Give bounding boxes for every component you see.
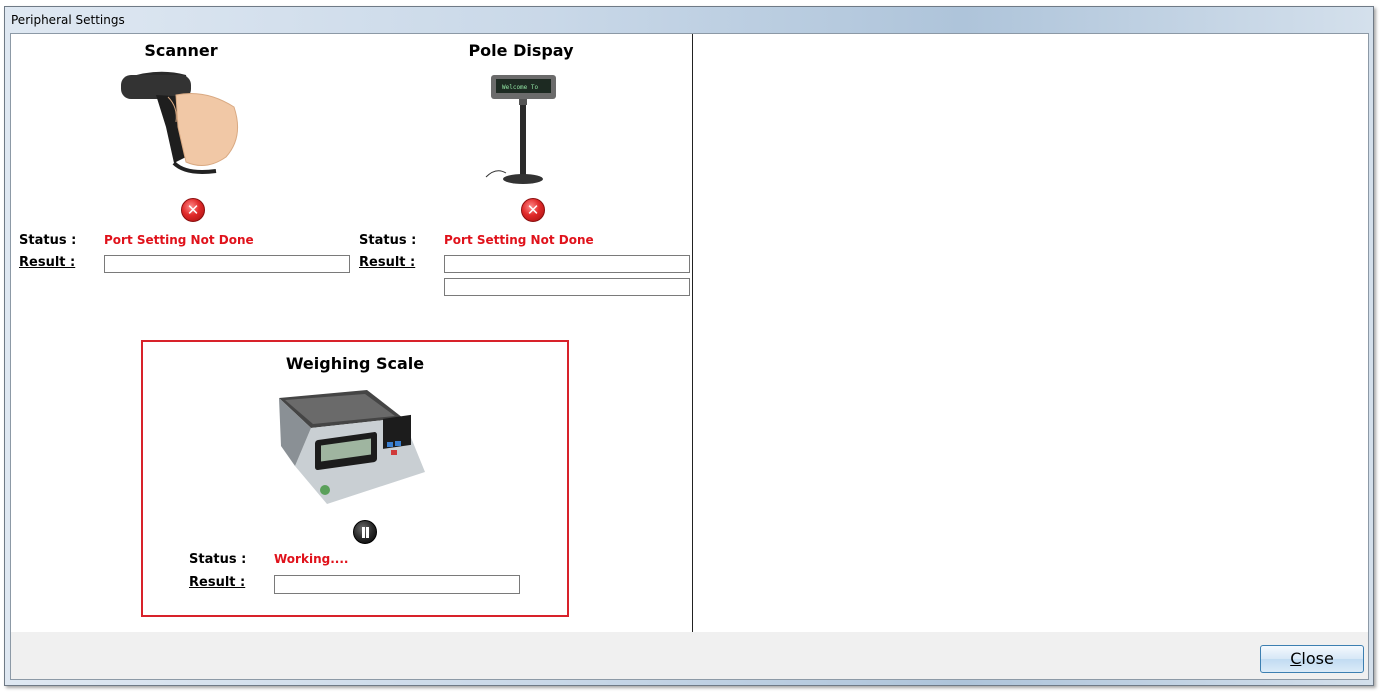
output-panel	[693, 34, 1368, 632]
pole-display-result-label: Result :	[359, 255, 416, 270]
scanner-result-field[interactable]	[104, 255, 350, 273]
scanner-image	[121, 71, 239, 174]
svg-text:Welcome To: Welcome To	[502, 84, 539, 91]
close-button-label: lose	[1301, 649, 1334, 668]
pole-display-status-value: Port Setting Not Done	[444, 233, 594, 247]
scanner-result-label: Result :	[19, 255, 76, 270]
peripheral-settings-window: Peripheral Settings Scanner ✕ Status : P…	[4, 6, 1374, 686]
pole-display-error-icon: ✕	[521, 198, 545, 222]
weighing-scale-status-value: Working....	[274, 552, 349, 566]
scanner-error-icon: ✕	[181, 198, 205, 222]
weighing-scale-result-label: Result :	[189, 575, 246, 590]
close-button-mnemonic: C	[1290, 649, 1302, 668]
pole-display-result-field-line2[interactable]	[444, 278, 690, 296]
dialog-client-area: Scanner ✕ Status : Port Setting Not Done…	[10, 33, 1369, 680]
weighing-scale-group: Weighing Scale Status : Working.... Resu…	[141, 340, 569, 617]
close-button[interactable]: Close	[1260, 645, 1364, 673]
scanner-title: Scanner	[144, 41, 218, 60]
window-title: Peripheral Settings	[11, 13, 125, 27]
weighing-scale-pause-icon	[353, 520, 377, 544]
weighing-scale-title: Weighing Scale	[285, 354, 425, 373]
title-bar[interactable]: Peripheral Settings	[5, 7, 1373, 33]
pole-display-title: Pole Dispay	[468, 41, 574, 60]
scanner-status-value: Port Setting Not Done	[104, 233, 254, 247]
pole-display-image: Welcome To	[485, 75, 556, 184]
devices-panel: Scanner ✕ Status : Port Setting Not Done…	[11, 34, 693, 632]
weighing-scale-status-label: Status :	[189, 552, 247, 567]
scanner-status-label: Status :	[19, 233, 77, 248]
weighing-scale-result-field[interactable]	[274, 575, 520, 594]
weighing-scale-image	[279, 390, 425, 504]
pole-display-result-field-line1[interactable]	[444, 255, 690, 273]
pole-display-status-label: Status :	[359, 233, 417, 248]
